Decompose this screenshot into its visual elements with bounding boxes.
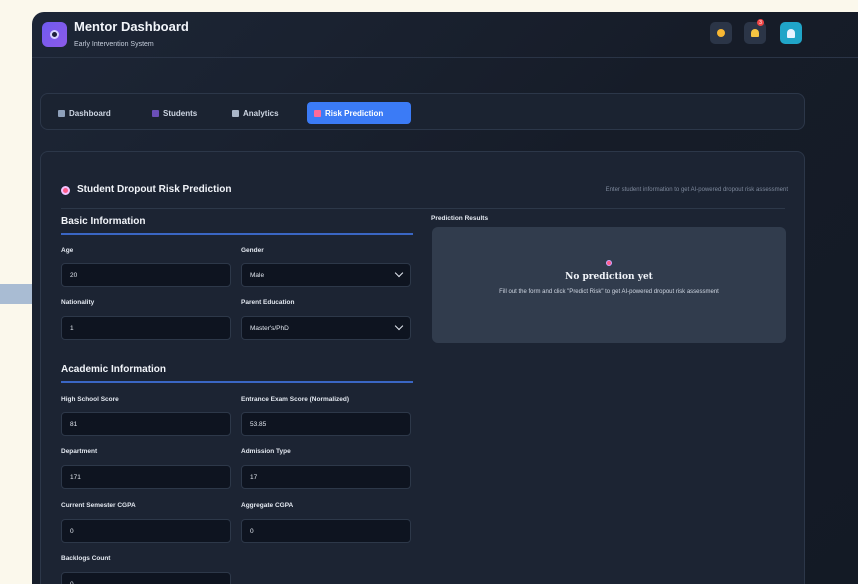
app-window: Mentor Dashboard Early Intervention Syst…: [32, 12, 858, 584]
prediction-results-label: Prediction Results: [431, 215, 489, 222]
logo-icon: [42, 22, 67, 47]
current-cgpa-value: 0: [70, 527, 74, 535]
section-divider: [61, 381, 413, 383]
app-title: Mentor Dashboard: [74, 19, 189, 34]
aggregate-cgpa-input[interactable]: 0: [241, 519, 411, 543]
analytics-icon: [232, 109, 239, 117]
backlogs-value: 0: [70, 580, 74, 584]
prediction-results-panel: No prediction yet Fill out the form and …: [432, 227, 786, 343]
high-school-score-value: 81: [70, 420, 78, 428]
gender-select[interactable]: Male: [241, 263, 411, 287]
tab-label: Analytics: [243, 108, 279, 118]
age-label: Age: [61, 247, 74, 254]
age-input[interactable]: 20: [61, 263, 231, 287]
high-school-score-input[interactable]: 81: [61, 412, 231, 436]
profile-button[interactable]: [780, 22, 802, 44]
parent-education-label: Parent Education: [241, 299, 295, 306]
students-icon: [152, 109, 159, 117]
backlogs-label: Backlogs Count: [61, 555, 111, 562]
app-subtitle: Early Intervention System: [74, 41, 154, 48]
section-title-academic: Academic Information: [61, 364, 167, 375]
nationality-input[interactable]: 1: [61, 316, 231, 340]
divider: [61, 208, 785, 209]
tab-risk-prediction[interactable]: Risk Prediction: [307, 102, 411, 124]
card-hint: Enter student information to get AI-powe…: [605, 187, 788, 193]
backlogs-input[interactable]: 0: [61, 572, 231, 584]
main-nav: Dashboard Students Analytics Risk Predic…: [40, 93, 805, 130]
target-icon: [606, 260, 612, 266]
age-value: 20: [70, 271, 78, 279]
card-title: Student Dropout Risk Prediction: [77, 184, 232, 195]
nationality-label: Nationality: [61, 299, 95, 306]
chevron-down-icon: [394, 321, 404, 331]
sun-icon: [717, 29, 725, 37]
department-label: Department: [61, 448, 98, 455]
aggregate-cgpa-label: Aggregate CGPA: [241, 502, 294, 509]
tab-label: Students: [163, 108, 198, 118]
gender-label: Gender: [241, 247, 264, 254]
app-header: Mentor Dashboard Early Intervention Syst…: [32, 12, 858, 58]
admission-type-label: Admission Type: [241, 448, 291, 455]
entrance-score-value: 53.85: [250, 420, 267, 428]
tab-analytics[interactable]: Analytics: [225, 102, 286, 124]
parent-education-value: Master's/PhD: [250, 324, 289, 332]
user-icon: [787, 28, 795, 38]
high-school-score-label: High School Score: [61, 396, 119, 403]
chevron-down-icon: [394, 268, 404, 278]
target-icon: [314, 109, 321, 117]
gender-value: Male: [250, 271, 265, 279]
entrance-score-label: Entrance Exam Score (Normalized): [241, 396, 350, 403]
background-accent: [0, 284, 34, 304]
entrance-score-input[interactable]: 53.85: [241, 412, 411, 436]
bell-icon: [751, 29, 759, 37]
notifications-button[interactable]: 3: [744, 19, 766, 44]
aggregate-cgpa-value: 0: [250, 527, 254, 535]
target-icon: [61, 186, 70, 195]
risk-prediction-card: Student Dropout Risk Prediction Enter st…: [40, 151, 805, 584]
nationality-value: 1: [70, 324, 74, 332]
admission-type-input[interactable]: 17: [241, 465, 411, 489]
department-value: 171: [70, 473, 81, 481]
tab-label: Risk Prediction: [325, 108, 384, 118]
empty-state-title: No prediction yet: [565, 272, 653, 282]
section-title-basic: Basic Information: [61, 216, 146, 227]
tab-label: Dashboard: [69, 108, 111, 118]
section-divider: [61, 233, 413, 235]
admission-type-value: 17: [250, 473, 258, 481]
tab-dashboard[interactable]: Dashboard: [51, 102, 118, 124]
empty-state-text: Fill out the form and click "Predict Ris…: [499, 289, 719, 295]
theme-toggle-button[interactable]: [710, 22, 732, 44]
department-input[interactable]: 171: [61, 465, 231, 489]
parent-education-select[interactable]: Master's/PhD: [241, 316, 411, 340]
tab-students[interactable]: Students: [145, 102, 204, 124]
current-cgpa-label: Current Semester CGPA: [61, 502, 136, 509]
notification-badge: 3: [757, 19, 764, 26]
current-cgpa-input[interactable]: 0: [61, 519, 231, 543]
dashboard-icon: [58, 109, 65, 117]
